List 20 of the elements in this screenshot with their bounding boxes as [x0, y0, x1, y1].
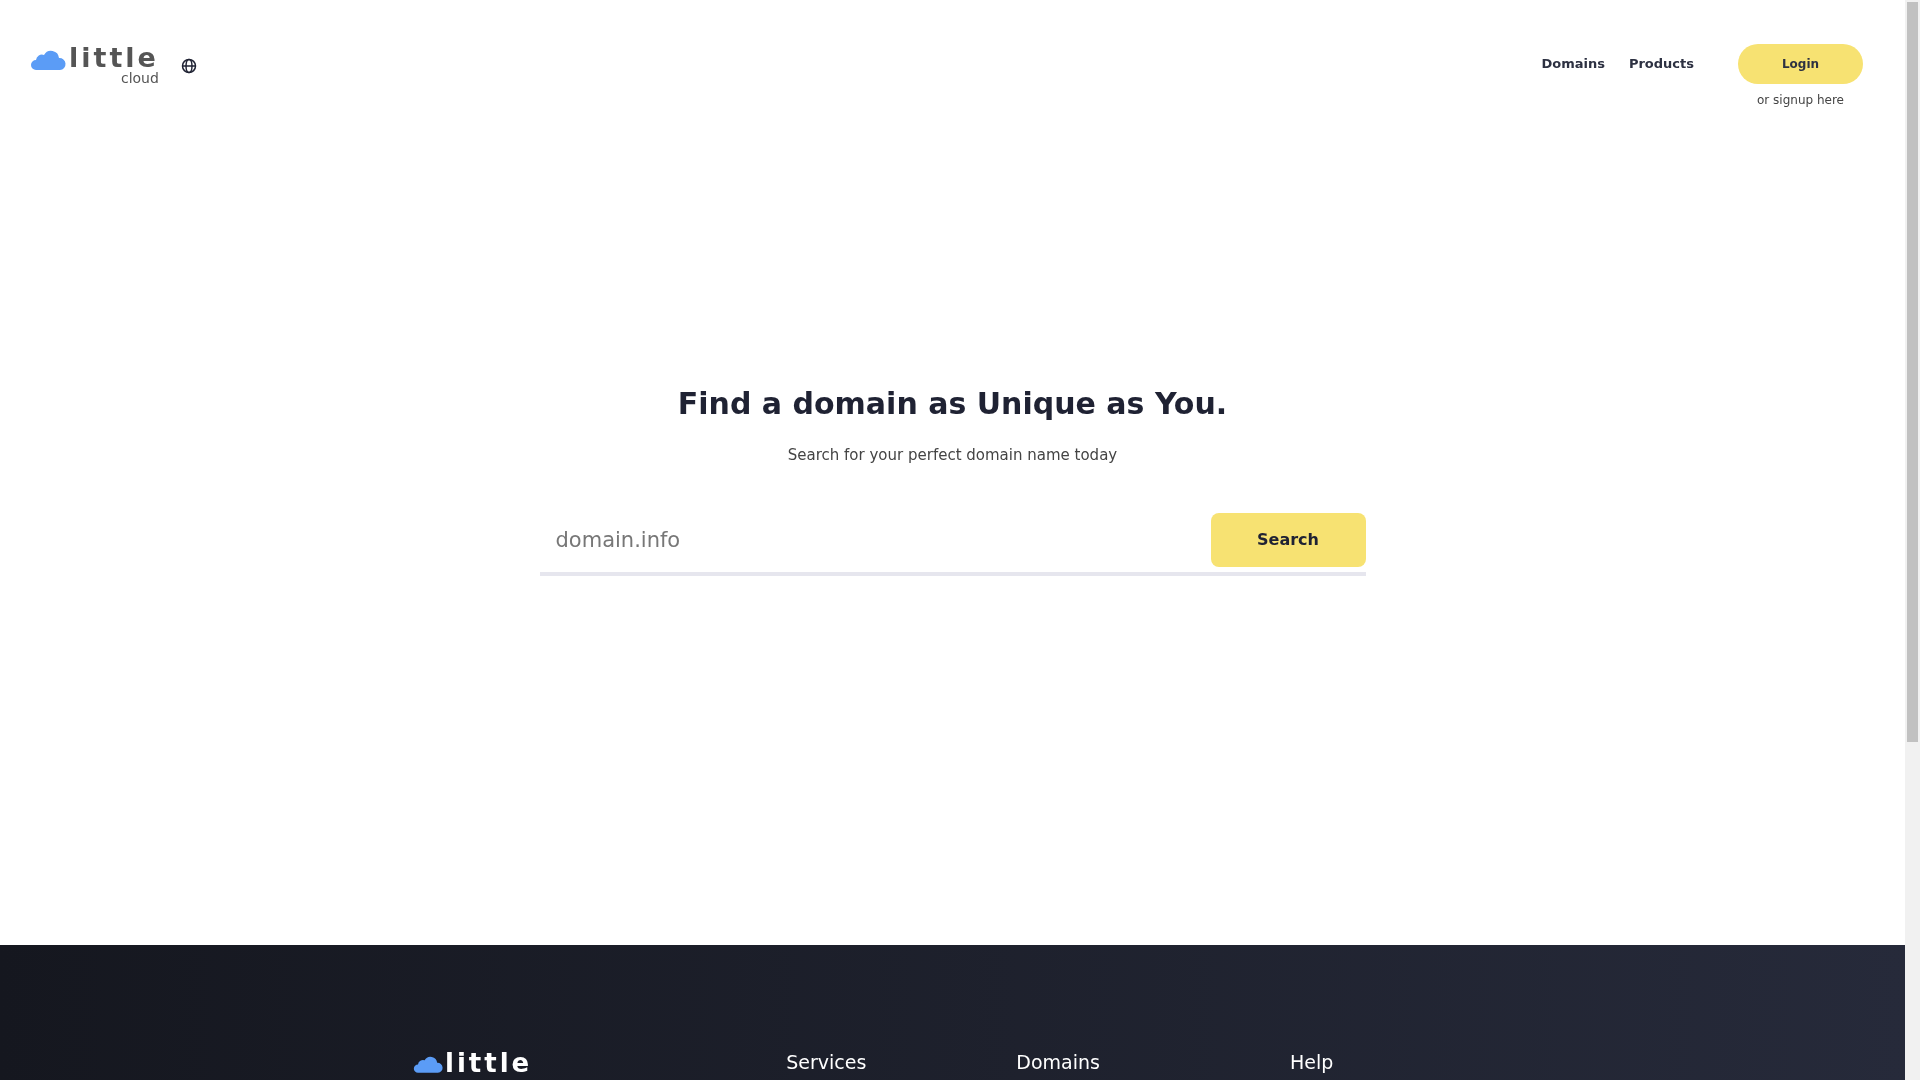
- login-button[interactable]: Login: [1738, 44, 1863, 84]
- cloud-icon: [413, 1055, 443, 1074]
- cloud-icon: [30, 49, 66, 71]
- footer-logo-word: little: [445, 1050, 533, 1076]
- hero-title: Find a domain as Unique as You.: [677, 385, 1228, 423]
- logo-subword: cloud: [120, 71, 159, 85]
- hero-subtitle: Search for your perfect domain name today: [787, 445, 1118, 466]
- footer-heading: Help: [1290, 1049, 1334, 1075]
- footer-heading: Domains: [1016, 1049, 1100, 1075]
- scrollbar[interactable]: [1905, 0, 1920, 1080]
- logo[interactable]: little cloud: [30, 44, 159, 85]
- search-button[interactable]: Search: [1210, 512, 1366, 567]
- footer-heading: Services: [786, 1049, 867, 1075]
- globe-icon[interactable]: [180, 57, 197, 74]
- signup-link[interactable]: or signup here: [1757, 91, 1844, 109]
- nav-link[interactable]: Domains: [1541, 54, 1605, 74]
- footer-logo[interactable]: little: [413, 1050, 533, 1076]
- nav-link[interactable]: Products: [1628, 54, 1694, 74]
- domain-search-field[interactable]: domain.info: [539, 512, 1211, 567]
- logo-word: little: [69, 44, 159, 71]
